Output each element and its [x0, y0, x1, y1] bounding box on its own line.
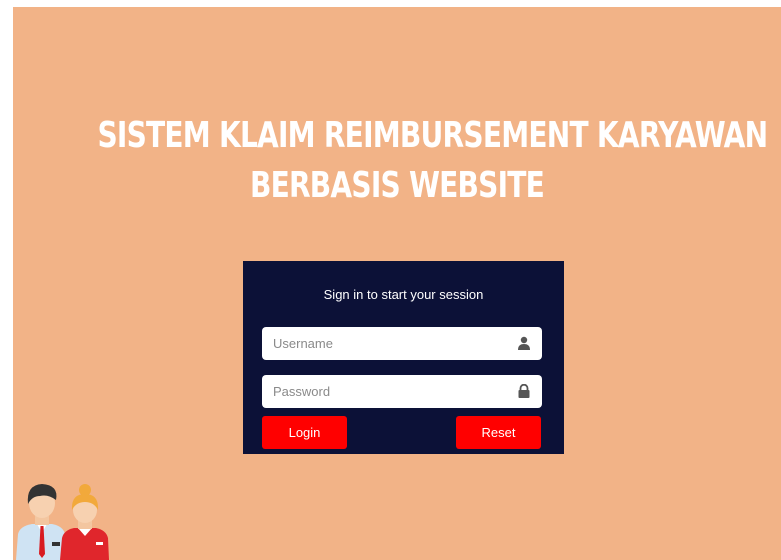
- login-message: Sign in to start your session: [323, 287, 484, 302]
- password-input[interactable]: [262, 375, 542, 408]
- lock-icon: [518, 384, 530, 398]
- page-title: SISTEM KLAIM REIMBURSEMENT KARYAWAN BERB…: [97, 111, 768, 211]
- username-input[interactable]: [262, 327, 542, 360]
- employees-illustration: [16, 484, 109, 560]
- username-field-wrapper: [262, 327, 542, 360]
- login-button[interactable]: Login: [262, 416, 347, 449]
- login-panel: Sign in to start your session Login Rese…: [243, 261, 564, 454]
- password-field-wrapper: [262, 375, 542, 408]
- user-icon: [518, 336, 530, 350]
- page-title-line-1: SISTEM KLAIM REIMBURSEMENT KARYAWAN: [97, 115, 768, 156]
- page-title-line-2: BERBASIS WEBSITE: [249, 165, 545, 206]
- reset-button[interactable]: Reset: [456, 416, 541, 449]
- page-background: SISTEM KLAIM REIMBURSEMENT KARYAWAN BERB…: [13, 7, 781, 560]
